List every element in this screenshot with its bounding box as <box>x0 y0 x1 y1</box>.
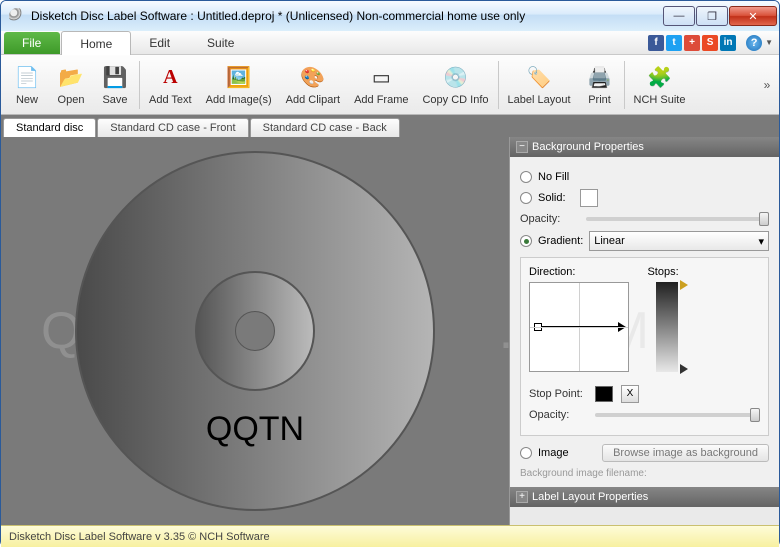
background-properties-title: Background Properties <box>532 141 644 153</box>
maximize-button[interactable]: ❐ <box>696 6 728 26</box>
frame-icon: ▭ <box>367 64 395 92</box>
disc-label[interactable]: QQTN <box>75 151 435 511</box>
remove-stop-button[interactable]: X <box>621 385 639 403</box>
label-layout-properties-header[interactable]: + Label Layout Properties <box>510 487 779 507</box>
disc-inner-ring <box>195 271 315 391</box>
gradient-type-select[interactable]: Linear▾ <box>589 231 769 251</box>
print-icon: 🖨️ <box>586 64 614 92</box>
toolbar: 📄New 📂Open 💾Save AAdd Text 🖼️Add Image(s… <box>1 55 779 115</box>
tab-cd-case-front[interactable]: Standard CD case - Front <box>97 118 248 137</box>
toolbar-more-icon[interactable]: » <box>759 78 775 92</box>
stop-point-label: Stop Point: <box>529 388 587 400</box>
radio-icon[interactable] <box>520 235 532 247</box>
menu-file[interactable]: File <box>4 32 60 54</box>
background-properties-header[interactable]: − Background Properties <box>510 137 779 157</box>
text-icon: A <box>156 64 184 92</box>
googleplus-icon[interactable]: + <box>684 35 700 51</box>
tab-standard-disc[interactable]: Standard disc <box>3 118 96 137</box>
radio-icon[interactable] <box>520 447 532 459</box>
gradient-stop-top[interactable] <box>680 280 688 290</box>
disc-hole <box>235 311 275 351</box>
new-button[interactable]: 📄New <box>5 57 49 113</box>
gradient-option[interactable]: Gradient: Linear▾ <box>520 231 769 251</box>
document-tabs: Standard disc Standard CD case - Front S… <box>1 115 779 137</box>
cd-info-icon: 💿 <box>442 64 470 92</box>
stop-opacity-label: Opacity: <box>529 409 587 421</box>
menu-edit[interactable]: Edit <box>131 31 189 54</box>
window-title: Disketch Disc Label Software : Untitled.… <box>31 9 663 23</box>
radio-icon[interactable] <box>520 192 532 204</box>
label-layout-button[interactable]: 🏷️Label Layout <box>501 57 578 113</box>
nch-suite-button[interactable]: 🧩NCH Suite <box>627 57 693 113</box>
disc-text[interactable]: QQTN <box>206 410 304 449</box>
opacity-label: Opacity: <box>520 213 578 225</box>
help-icon[interactable]: ? <box>746 35 762 51</box>
menu-home[interactable]: Home <box>61 31 131 55</box>
no-fill-option[interactable]: No Fill <box>520 171 769 183</box>
properties-panel: − Background Properties No Fill Solid: O… <box>509 137 779 525</box>
stops-label: Stops: <box>647 266 678 278</box>
status-bar: Disketch Disc Label Software v 3.35 © NC… <box>1 525 779 547</box>
add-images-button[interactable]: 🖼️Add Image(s) <box>199 57 279 113</box>
menu-suite[interactable]: Suite <box>189 31 253 54</box>
twitter-icon[interactable]: t <box>666 35 682 51</box>
gradient-stop-bottom[interactable] <box>680 364 688 374</box>
close-button[interactable]: ✕ <box>729 6 777 26</box>
stumble-icon[interactable]: S <box>702 35 718 51</box>
no-fill-label: No Fill <box>538 171 569 183</box>
image-label: Image <box>538 447 569 459</box>
solid-label: Solid: <box>538 192 566 204</box>
direction-label: Direction: <box>529 266 575 278</box>
linkedin-icon[interactable]: in <box>720 35 736 51</box>
solid-option[interactable]: Solid: <box>520 189 769 207</box>
add-text-button[interactable]: AAdd Text <box>142 57 199 113</box>
facebook-icon[interactable]: f <box>648 35 664 51</box>
radio-icon[interactable] <box>520 171 532 183</box>
add-clipart-button[interactable]: 🎨Add Clipart <box>279 57 347 113</box>
print-button[interactable]: 🖨️Print <box>578 57 622 113</box>
images-icon: 🖼️ <box>225 64 253 92</box>
minimize-button[interactable]: — <box>663 6 695 26</box>
gradient-stops-bar[interactable] <box>656 282 678 372</box>
image-option[interactable]: Image Browse image as background <box>520 444 769 462</box>
canvas[interactable]: QQTN . COM QQTN <box>1 137 509 525</box>
expand-icon[interactable]: + <box>516 491 528 503</box>
copy-cd-info-button[interactable]: 💿Copy CD Info <box>415 57 495 113</box>
stop-color-swatch[interactable] <box>595 386 613 402</box>
clipart-icon: 🎨 <box>299 64 327 92</box>
chevron-down-icon: ▾ <box>758 235 764 248</box>
tab-cd-case-back[interactable]: Standard CD case - Back <box>250 118 400 137</box>
suite-icon: 🧩 <box>646 64 674 92</box>
image-filename-hint: Background image filename: <box>520 468 769 479</box>
direction-picker[interactable] <box>529 282 629 372</box>
open-icon: 📂 <box>57 64 85 92</box>
opacity-slider[interactable] <box>586 217 769 221</box>
layout-icon: 🏷️ <box>525 64 553 92</box>
add-frame-button[interactable]: ▭Add Frame <box>347 57 415 113</box>
solid-color-swatch[interactable] <box>580 189 598 207</box>
new-icon: 📄 <box>13 64 41 92</box>
open-button[interactable]: 📂Open <box>49 57 93 113</box>
menu-bar: File Home Edit Suite f t + S in ? ▼ <box>1 31 779 55</box>
app-icon <box>9 8 25 24</box>
stop-opacity-slider[interactable] <box>595 413 760 417</box>
browse-image-button[interactable]: Browse image as background <box>602 444 769 462</box>
save-icon: 💾 <box>101 64 129 92</box>
label-layout-title: Label Layout Properties <box>532 491 648 503</box>
save-button[interactable]: 💾Save <box>93 57 137 113</box>
status-text: Disketch Disc Label Software v 3.35 © NC… <box>9 531 270 543</box>
gradient-label: Gradient: <box>538 235 583 247</box>
help-dropdown-icon[interactable]: ▼ <box>765 38 773 47</box>
title-bar: Disketch Disc Label Software : Untitled.… <box>1 1 779 31</box>
collapse-icon[interactable]: − <box>516 141 528 153</box>
